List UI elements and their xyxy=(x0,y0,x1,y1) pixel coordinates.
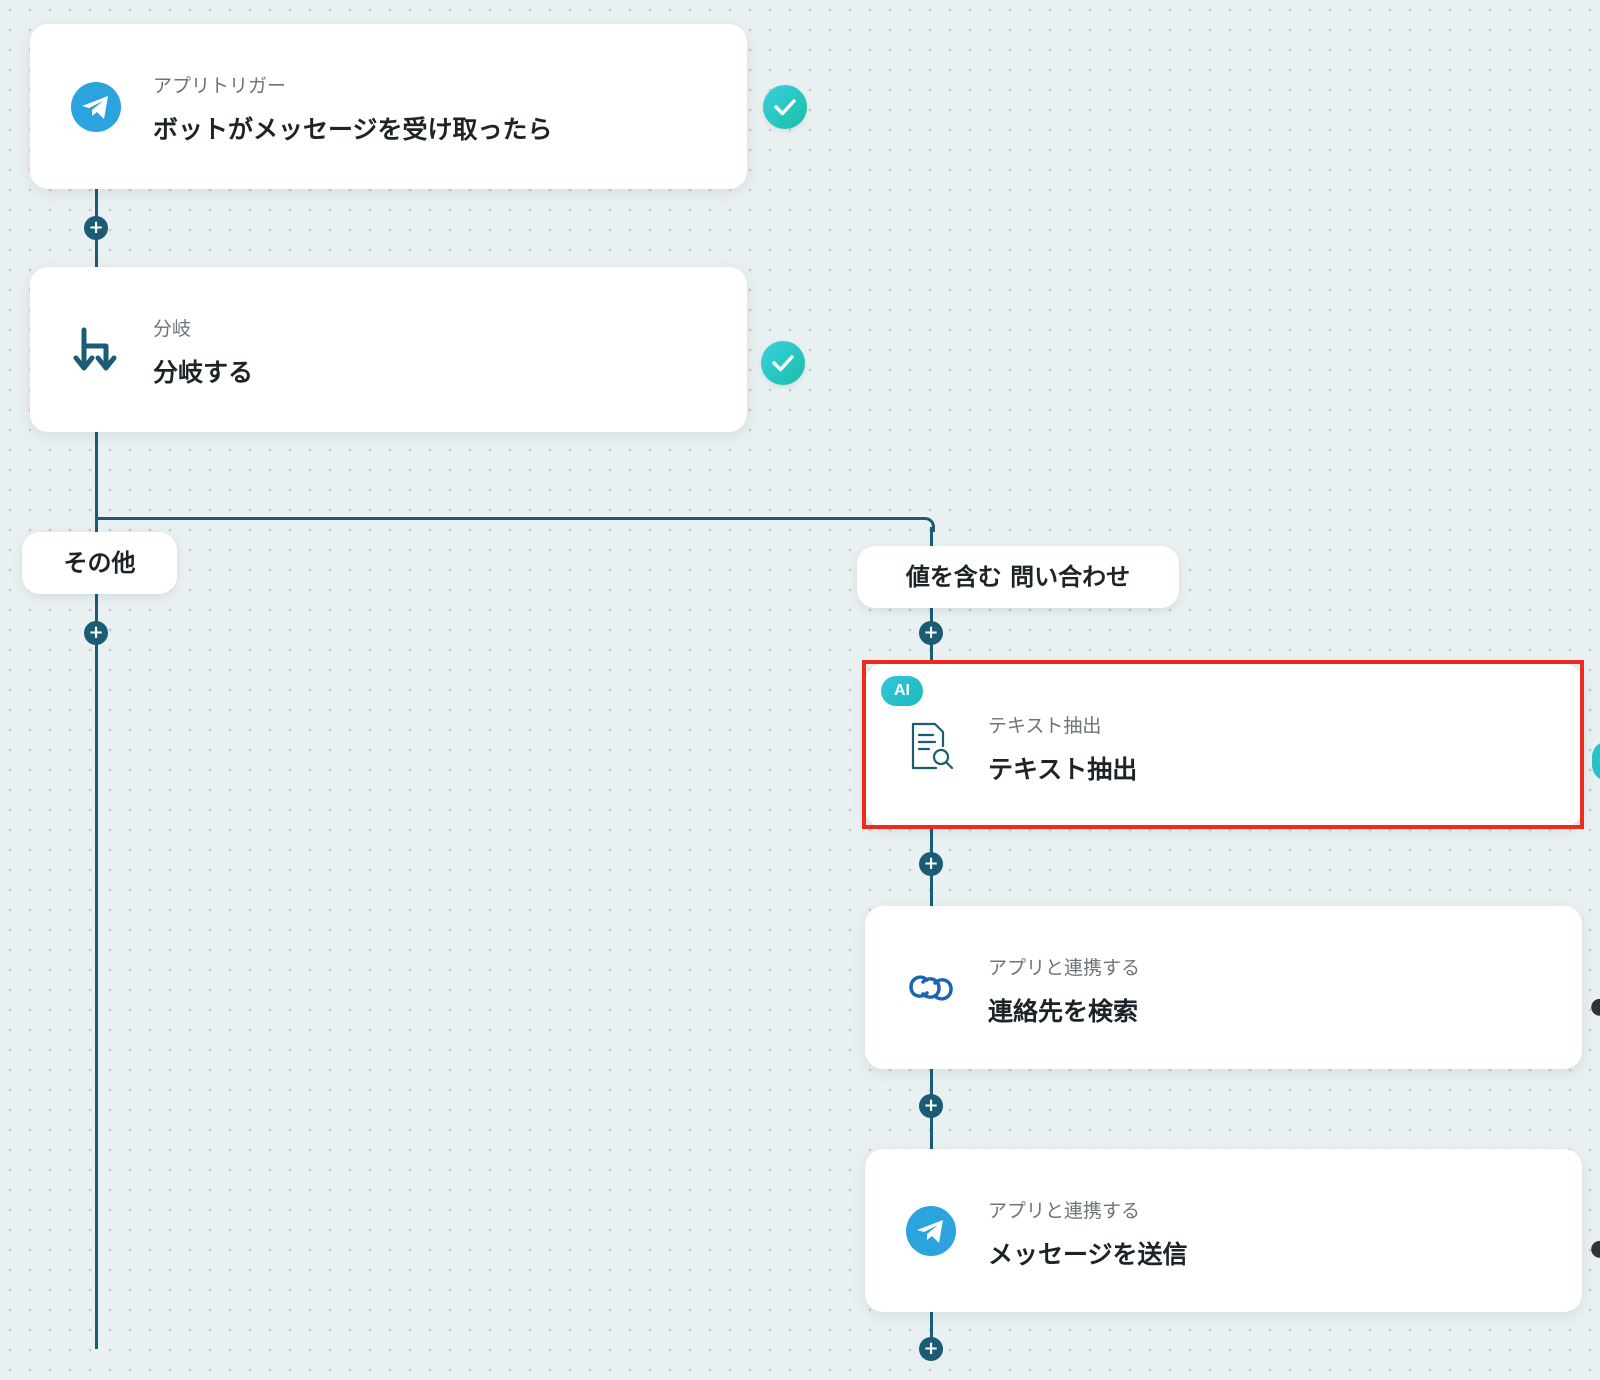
step-card-search-contact[interactable]: アプリと連携する 連絡先を検索 xyxy=(865,906,1582,1069)
add-step-button[interactable]: + xyxy=(919,1094,943,1118)
step-title: メッセージを送信 xyxy=(988,1240,1188,1269)
document-search-icon xyxy=(905,720,957,772)
add-step-button[interactable]: + xyxy=(84,621,108,645)
step-title: 連絡先を検索 xyxy=(988,997,1139,1026)
check-circle-icon xyxy=(763,85,807,129)
status-indicator xyxy=(1592,741,1600,781)
branch-label-other[interactable]: その他 xyxy=(22,532,177,594)
step-subtitle: アプリと連携する xyxy=(988,1200,1141,1222)
step-card-trigger[interactable]: アプリトリガー ボットがメッセージを受け取ったら xyxy=(30,24,747,189)
add-step-button[interactable]: + xyxy=(919,621,943,645)
step-subtitle: テキスト抽出 xyxy=(988,715,1102,737)
step-title: 分岐する xyxy=(153,358,254,387)
branch-label-condition[interactable]: 値を含む 問い合わせ xyxy=(857,546,1179,608)
step-subtitle: 分岐 xyxy=(153,318,192,340)
add-step-button[interactable]: + xyxy=(919,1337,943,1361)
step-subtitle: アプリトリガー xyxy=(153,75,287,97)
step-subtitle: アプリと連携する xyxy=(988,957,1141,979)
branch-icon xyxy=(70,324,122,376)
ai-badge: AI xyxy=(881,676,923,706)
step-title: ボットがメッセージを受け取ったら xyxy=(153,115,553,144)
zoho-crm-icon xyxy=(905,962,957,1014)
connector-line-branch-split xyxy=(95,517,922,520)
step-title: テキスト抽出 xyxy=(988,755,1138,784)
step-card-text-extraction[interactable]: AI テキスト抽出 テキスト抽出 xyxy=(865,664,1582,827)
add-step-button[interactable]: + xyxy=(84,216,108,240)
step-card-branch[interactable]: 分岐 分岐する xyxy=(30,267,747,432)
status-indicator: ● xyxy=(1590,994,1600,1019)
step-card-send-message[interactable]: アプリと連携する メッセージを送信 xyxy=(865,1149,1582,1312)
status-indicator: ● xyxy=(1590,1236,1600,1261)
check-circle-icon xyxy=(761,341,805,385)
add-step-button[interactable]: + xyxy=(919,852,943,876)
telegram-icon xyxy=(70,81,122,133)
telegram-icon xyxy=(905,1205,957,1257)
